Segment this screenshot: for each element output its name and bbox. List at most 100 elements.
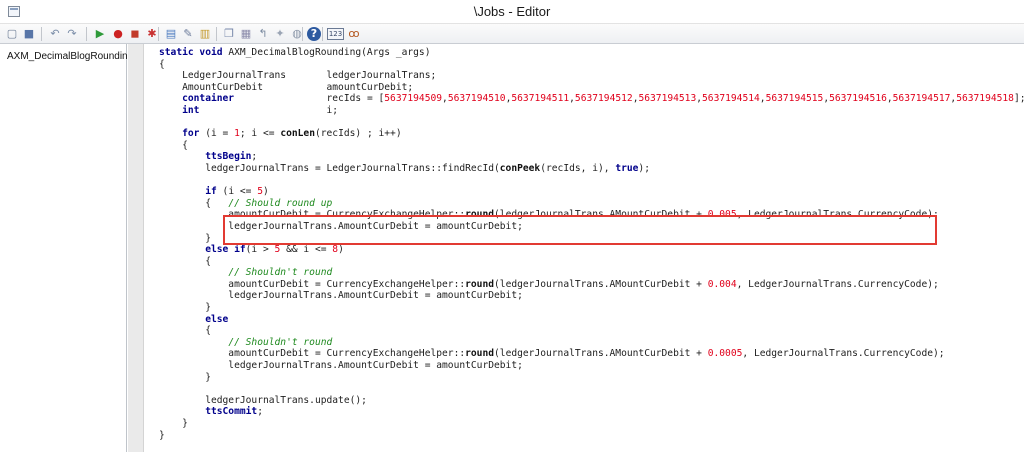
code-line[interactable]: } (159, 430, 1024, 442)
toolbar-separator (41, 27, 42, 41)
lookup-icon[interactable]: ✎ (180, 26, 196, 42)
uncomment-icon[interactable]: ✦ (272, 26, 288, 42)
script-icon[interactable]: ▥ (197, 26, 213, 42)
code-token: (recIds, i), (540, 162, 616, 174)
code-keyword: else (159, 313, 229, 325)
code-number: 5637194518 (956, 93, 1014, 105)
code-token: ledgerJournalTrans.AmountCurDebit = amou… (159, 290, 523, 302)
code-token: ) (262, 186, 269, 198)
code-token: ; i <= (239, 128, 281, 140)
code-token: } (159, 302, 211, 314)
code-keyword: true (615, 162, 639, 174)
code-comment: // Shouldn't round (228, 336, 333, 348)
save-icon[interactable]: ■ (21, 26, 37, 42)
code-number: 5637194515 (765, 93, 824, 105)
toolbar-separator (322, 27, 323, 41)
code-token: (i <= (216, 186, 258, 198)
code-token: } (159, 232, 211, 244)
code-line[interactable] (159, 117, 1024, 129)
code-token: ledgerJournalTrans.AmountCurDebit = amou… (159, 360, 523, 372)
code-line[interactable]: static void AXM_DecimalBlogRounding(Args… (159, 47, 1024, 59)
undo-icon[interactable]: ↶ (47, 26, 63, 42)
code-token: (ledgerJournalTrans.AMountCurDebit + (494, 348, 708, 360)
code-line[interactable]: int i; (159, 105, 1024, 117)
code-line[interactable]: container recIds = [5637194509,563719451… (159, 93, 1024, 105)
script-wizard-icon[interactable]: ꝏ (346, 26, 362, 42)
code-token: } (159, 418, 188, 429)
code-line[interactable]: ledgerJournalTrans.update(); (159, 395, 1024, 407)
code-line[interactable]: { (159, 59, 1024, 71)
highlight-annotation-box (223, 215, 937, 245)
code-line[interactable]: ledgerJournalTrans = LedgerJournalTrans:… (159, 163, 1024, 175)
code-line[interactable]: ttsCommit; (159, 406, 1024, 418)
code-line[interactable]: { // Should round up (159, 198, 1024, 210)
comment-icon[interactable]: ↰ (255, 26, 271, 42)
code-line[interactable]: // Shouldn't round (159, 267, 1024, 279)
code-token: round (465, 278, 495, 290)
code-token: recIds = [ (234, 93, 385, 105)
code-line[interactable]: AmountCurDebit amountCurDebit; (159, 82, 1024, 94)
code-line[interactable]: else if(i > 5 && i <= 8) (159, 244, 1024, 256)
new-icon[interactable]: ▢ (4, 26, 20, 42)
compile-icon[interactable]: ▤ (163, 26, 179, 42)
code-token: { (159, 255, 211, 267)
copy-icon[interactable]: ❐ (221, 26, 237, 42)
code-token: ledgerJournalTrans.update(); (159, 394, 367, 406)
code-number: 5637194514 (702, 93, 760, 105)
code-token: ); (638, 162, 650, 174)
toolbar-separator (302, 27, 303, 41)
line-number-icon[interactable]: 123 (327, 28, 344, 40)
code-line[interactable]: // Shouldn't round (159, 337, 1024, 349)
code-line[interactable]: LedgerJournalTrans ledgerJournalTrans; (159, 70, 1024, 82)
code-keyword: if (159, 186, 217, 198)
code-token: (i > (245, 244, 275, 256)
code-line[interactable]: } (159, 302, 1024, 314)
code-token: (ledgerJournalTrans.AMountCurDebit + (494, 278, 708, 290)
code-token: i; (199, 104, 339, 116)
code-line[interactable]: { (159, 325, 1024, 337)
code-keyword: static void (159, 47, 229, 58)
code-keyword: container (159, 93, 235, 105)
code-line[interactable]: if (i <= 5) (159, 186, 1024, 198)
code-line[interactable]: else (159, 314, 1024, 326)
code-token: amountCurDebit = CurrencyExchangeHelper:… (159, 278, 466, 290)
code-token: (i = (199, 128, 235, 140)
code-keyword: ttsBegin (159, 151, 252, 163)
code-line[interactable]: ledgerJournalTrans.AmountCurDebit = amou… (159, 360, 1024, 372)
code-number: 5637194512 (574, 93, 633, 105)
code-line[interactable]: { (159, 256, 1024, 268)
code-token: ; (251, 151, 258, 163)
code-comment: // Shouldn't round (228, 267, 333, 279)
run-icon[interactable]: ▶ (92, 26, 108, 42)
paste-icon[interactable]: ▦ (238, 26, 254, 42)
code-editor[interactable]: static void AXM_DecimalBlogRounding(Args… (145, 44, 1024, 452)
breakpoint-icon[interactable]: ● (110, 26, 126, 42)
code-comment: // Should round up (228, 197, 333, 209)
redo-icon[interactable]: ↷ (64, 26, 80, 42)
code-line[interactable]: amountCurDebit = CurrencyExchangeHelper:… (159, 279, 1024, 291)
sidebar-item-axm-decimalblogrounding[interactable]: AXM_DecimalBlogRounding (7, 51, 133, 62)
code-token: (recIds) ; i++) (314, 128, 402, 140)
code-number: 0.004 (707, 278, 737, 290)
editor-gutter (128, 44, 144, 452)
code-token: LedgerJournalTrans ledgerJournalTrans; (159, 70, 437, 82)
toolbar-separator (216, 27, 217, 41)
code-line[interactable]: } (159, 418, 1024, 430)
code-line[interactable]: { (159, 140, 1024, 152)
job-tree-pane: AXM_DecimalBlogRounding (0, 44, 133, 452)
code-line[interactable]: ledgerJournalTrans.AmountCurDebit = amou… (159, 290, 1024, 302)
code-line[interactable] (159, 175, 1024, 187)
code-line[interactable]: ttsBegin; (159, 151, 1024, 163)
code-keyword: for (159, 128, 200, 140)
code-token: conPeek (499, 162, 541, 174)
code-line[interactable] (159, 383, 1024, 395)
code-token: ) (338, 244, 344, 256)
code-line[interactable]: for (i = 1; i <= conLen(recIds) ; i++) (159, 128, 1024, 140)
code-line[interactable]: } (159, 372, 1024, 384)
toggle-breakpoint-icon[interactable]: ◼ (127, 26, 143, 42)
code-token: amountCurDebit = CurrencyExchangeHelper:… (159, 348, 466, 360)
code-token: && i <= (280, 244, 333, 256)
code-line[interactable]: amountCurDebit = CurrencyExchangeHelper:… (159, 348, 1024, 360)
help-icon[interactable]: ? (307, 27, 321, 41)
